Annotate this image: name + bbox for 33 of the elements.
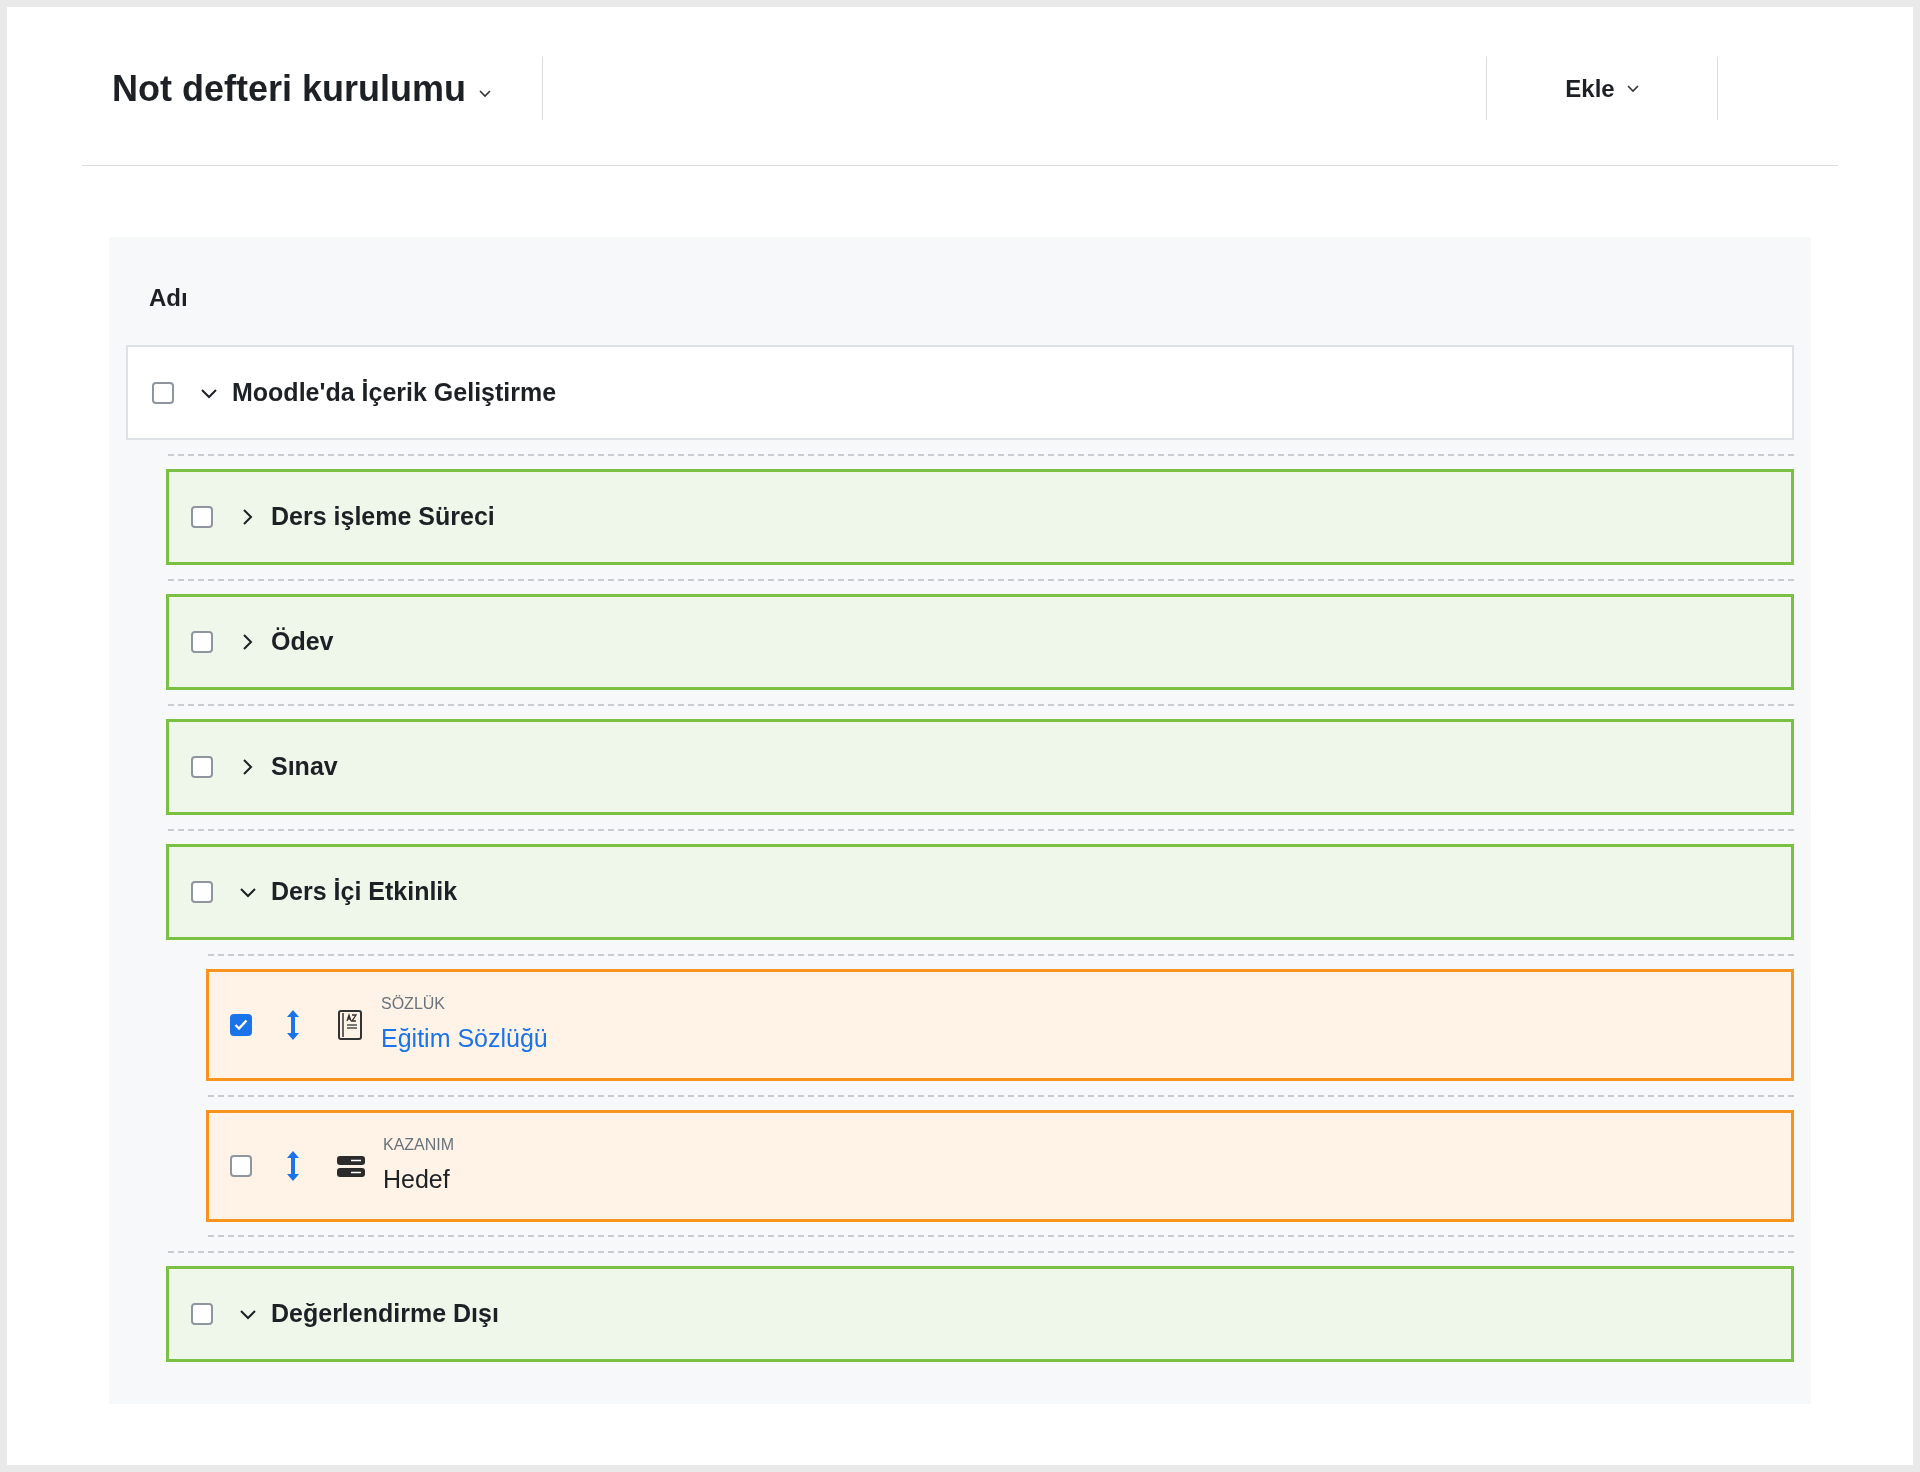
item-type-label: SÖZLÜK xyxy=(381,994,446,1015)
move-arrows-icon[interactable] xyxy=(285,1009,301,1041)
chevron-right-icon[interactable] xyxy=(241,633,255,651)
chevron-down-icon[interactable] xyxy=(239,885,257,899)
page-title: Not defteri kurulumu xyxy=(112,66,466,111)
column-heading: Adı xyxy=(148,283,189,313)
item-link[interactable]: Eğitim Sözlüğü xyxy=(381,1020,548,1058)
chevron-right-icon[interactable] xyxy=(241,508,255,526)
checkbox[interactable] xyxy=(191,756,213,778)
category-name: Ders işleme Süreci xyxy=(271,501,495,533)
checkbox[interactable] xyxy=(230,1155,252,1177)
checkbox[interactable] xyxy=(191,631,213,653)
checkbox[interactable] xyxy=(191,881,213,903)
category-name: Moodle'da İçerik Geliştirme xyxy=(232,376,557,408)
category-name: Ödev xyxy=(271,626,334,658)
checkbox[interactable] xyxy=(230,1014,252,1036)
chevron-right-icon[interactable] xyxy=(241,758,255,776)
category-name: Sınav xyxy=(271,751,338,783)
caret-icon xyxy=(1626,84,1639,93)
item-type-label: KAZANIM xyxy=(383,1135,455,1156)
chevron-down-icon[interactable] xyxy=(239,1307,257,1321)
checkbox[interactable] xyxy=(191,506,213,528)
add-menu-button[interactable]: Ekle xyxy=(1553,62,1651,115)
checkbox[interactable] xyxy=(191,1303,213,1325)
chevron-down-icon[interactable] xyxy=(478,87,492,98)
category-name: Ders İçi Etkinlik xyxy=(271,876,458,908)
check-icon xyxy=(234,1019,248,1031)
stacked-bars-icon xyxy=(337,1154,365,1178)
move-arrows-icon[interactable] xyxy=(285,1150,301,1182)
checkbox[interactable] xyxy=(152,381,174,404)
book-icon xyxy=(337,1010,363,1040)
item-name: Hedef xyxy=(383,1164,451,1196)
category-name: Değerlendirme Dışı xyxy=(271,1298,499,1330)
